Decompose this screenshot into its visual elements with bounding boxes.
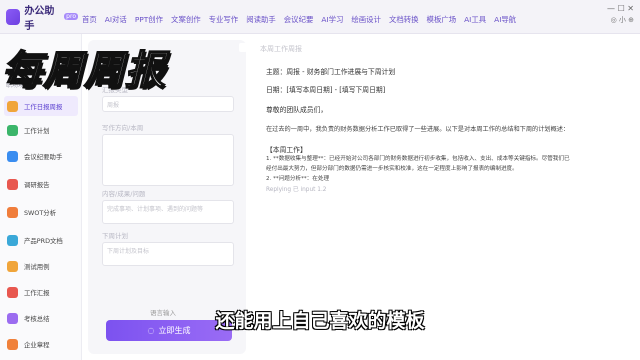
plan-icon [7, 124, 18, 136]
app-logo[interactable]: 办公助手 pro [0, 2, 78, 32]
report-icon [7, 286, 18, 298]
test-icon [7, 260, 18, 272]
report-type-input[interactable]: 周报 [102, 96, 234, 112]
content-textarea[interactable]: 完成事项、计划事项、遇到的问题等 [102, 200, 234, 224]
sidebar-item-weekly-report[interactable]: 工作日报周报 [4, 96, 78, 116]
nav-item-convert[interactable]: 文档转换 [385, 14, 423, 25]
nav-item-home[interactable]: 首页 [78, 14, 101, 25]
nav-item-reading[interactable]: 阅读助手 [242, 14, 280, 25]
doc-line: 主题：周报 - 财务部门工作进展与下周计划 [266, 68, 396, 76]
sidebar-item-charter[interactable]: 企业章程 [4, 334, 78, 354]
direction-textarea[interactable] [102, 134, 234, 186]
document-header: 本周工作周报 [260, 45, 302, 53]
window-controls[interactable]: — ☐ ✕ [607, 4, 634, 13]
nav-item-ai-learn[interactable]: AI学习 [317, 14, 347, 25]
doc-line: 日期：[填写本周日期] - [填写下周日期] [266, 86, 386, 94]
sidebar-item-label: 工作日报周报 [24, 102, 63, 111]
nav-item-ai-chat[interactable]: AI对话 [101, 14, 131, 25]
video-subtitle: 还能用上自己喜欢的模板 [215, 310, 425, 332]
sidebar-item-label: 工作计划 [24, 126, 50, 135]
meeting-icon [7, 150, 18, 162]
sidebar-item-meeting-notes[interactable]: 会议纪要助手 [4, 146, 78, 166]
sidebar-item-prd[interactable]: 产品PRD文档 [4, 230, 78, 250]
nav-item-ai-tools[interactable]: AI工具 [460, 14, 490, 25]
field-label: 写作方向/本周 [102, 124, 144, 132]
app-badge: pro [64, 13, 78, 20]
nav-item-ppt[interactable]: PPT创作 [131, 14, 167, 25]
document-status: Replying 已 input 1.2 [266, 187, 327, 193]
sidebar-item-swot[interactable]: SWOT分析 [4, 202, 78, 222]
field-label: 内容/成果/问题 [102, 190, 146, 198]
sidebar-item-work-report[interactable]: 工作汇报 [4, 282, 78, 302]
sidebar-item-work-plan[interactable]: 工作计划 [4, 120, 78, 140]
nav-item-ai-nav[interactable]: AI导航 [490, 14, 520, 25]
app-logo-icon [6, 8, 21, 25]
doc-line: 在过去的一周中，我负责的财务数据分析工作已取得了一些进展。以下是对本周工作的总结… [266, 126, 570, 133]
app-name: 办公助手 [24, 5, 55, 32]
nav-item-copywriting[interactable]: 文案创作 [167, 14, 205, 25]
pin-icon [239, 43, 247, 52]
field-label: 下周计划 [102, 232, 128, 240]
video-title-overlay: 每周周报 [1, 47, 166, 95]
swot-icon [7, 206, 18, 218]
doc-line: 经付出最大努力，但部分部门的数据仍需进一步核实和校准，这在一定程度上影响了报表的… [266, 166, 518, 172]
document-icon [7, 234, 18, 246]
sidebar-item-label: 会议纪要助手 [24, 152, 63, 161]
sidebar-item-label: 产品PRD文档 [24, 236, 63, 245]
report-icon [7, 100, 18, 112]
nav-item-writing[interactable]: 专业写作 [205, 14, 243, 25]
next-plan-textarea[interactable]: 下周计划及目标 [102, 242, 234, 266]
sidebar-item-label: 企业章程 [24, 340, 50, 349]
sidebar-item-label: 调研报告 [24, 180, 50, 189]
doc-line: 【本周工作】 [266, 146, 307, 154]
sidebar-item-label: 工作汇报 [24, 288, 50, 297]
main-nav: 首页 AI对话 PPT创作 文案创作 专业写作 阅读助手 会议纪要 AI学习 绘… [78, 0, 520, 33]
sidebar-item-research[interactable]: 调研报告 [4, 174, 78, 194]
charter-icon [7, 338, 18, 350]
nav-item-drawing[interactable]: 绘画设计 [347, 14, 385, 25]
app-window: 办公助手 pro 首页 AI对话 PPT创作 文案创作 专业写作 阅读助手 会议… [0, 0, 640, 360]
doc-line: 2. **问题分析**：在处理 [266, 176, 330, 182]
top-bar: 办公助手 pro 首页 AI对话 PPT创作 文案创作 专业写作 阅读助手 会议… [0, 0, 640, 34]
doc-line: 尊敬的团队成员们， [266, 106, 328, 114]
sidebar-item-label: SWOT分析 [24, 208, 57, 217]
tray-icons[interactable]: ◎ 小 ⊕ [611, 15, 634, 25]
nav-item-meeting[interactable]: 会议纪要 [280, 14, 318, 25]
nav-item-templates[interactable]: 模板广场 [423, 14, 461, 25]
doc-line: 1. **数据收集与整理**：已经开始对公司各部门的财务数据进行初步收集，包括收… [266, 156, 570, 162]
sidebar-item-label: 测试用例 [24, 262, 50, 271]
sidebar-item-test-cases[interactable]: 测试用例 [4, 256, 78, 276]
research-icon [7, 178, 18, 190]
